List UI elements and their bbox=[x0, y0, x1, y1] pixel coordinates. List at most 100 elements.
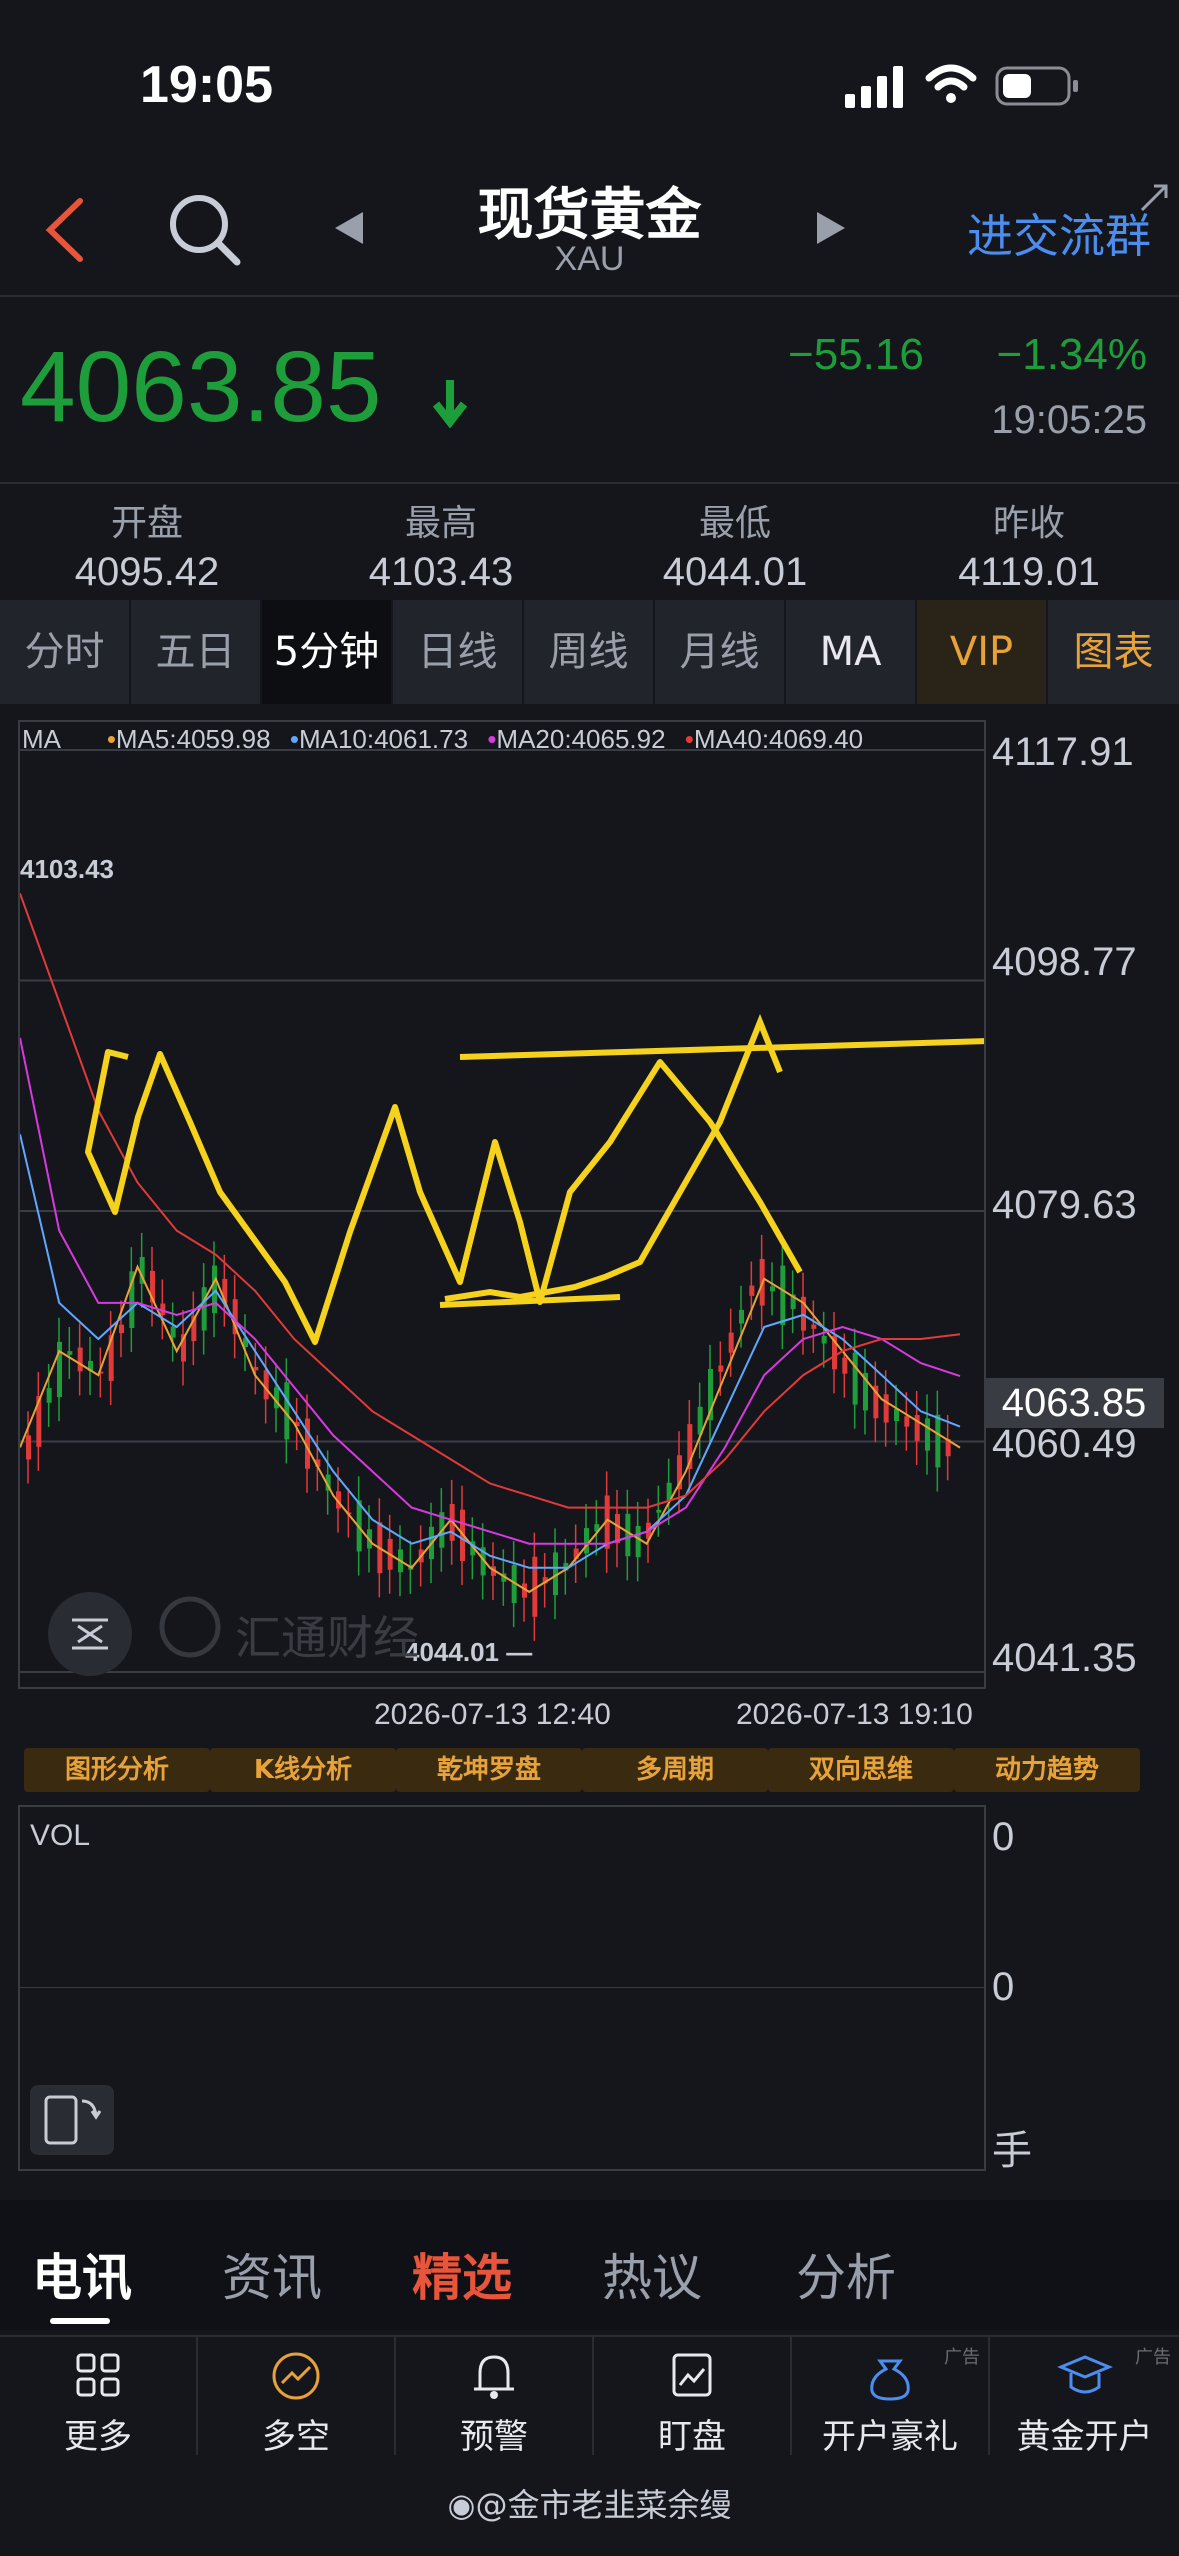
stats-row: 开盘 4095.42 最高 4103.43 最低 4044.01 昨收 4119… bbox=[0, 482, 1179, 602]
tab-ma[interactable]: MA bbox=[786, 600, 917, 704]
stat-label: 最高 bbox=[404, 503, 477, 544]
low-marker: 4044.01 — bbox=[405, 1637, 533, 1667]
nav-label: 多空 bbox=[262, 2417, 330, 2457]
nav-watch[interactable]: 盯盘 bbox=[594, 2337, 792, 2457]
wifi-icon bbox=[925, 64, 977, 103]
tab-intraday[interactable]: 分时 bbox=[0, 600, 131, 704]
tab-daily[interactable]: 日线 bbox=[393, 600, 524, 704]
nav-label: 更多 bbox=[64, 2417, 132, 2457]
tab-flash-news[interactable]: 电讯 bbox=[32, 2238, 132, 2310]
tab-analysis[interactable]: 分析 bbox=[796, 2238, 896, 2310]
nav-label: 黄金开户 bbox=[1016, 2417, 1153, 2457]
legend-ma20: MA20:4065.92 bbox=[496, 724, 666, 754]
candle-body bbox=[201, 1287, 207, 1331]
indicator-multi-period[interactable]: 多周期 bbox=[582, 1748, 768, 1792]
stat-prev-close: 昨收 4119.01 bbox=[882, 484, 1176, 595]
join-group-button[interactable]: 进交流群 bbox=[967, 200, 1151, 266]
next-instrument-icon[interactable] bbox=[815, 210, 847, 246]
candle-body bbox=[67, 1351, 73, 1355]
current-price: 4063.85 bbox=[20, 331, 382, 443]
stat-label: 开盘 bbox=[110, 503, 183, 544]
weibo-icon: ◉ bbox=[447, 2486, 476, 2524]
crosshair-icon bbox=[72, 1618, 108, 1650]
candle-body bbox=[26, 1435, 31, 1460]
bottom-nav: 更多 多空 预警 盯盘 广告 开户豪礼 广告 黄金开户 bbox=[0, 2335, 1179, 2457]
watch-chart-icon bbox=[672, 2353, 712, 2397]
stat-value: 4119.01 bbox=[958, 550, 1100, 594]
clock: 19:05 bbox=[140, 56, 273, 114]
nav-long-short[interactable]: 多空 bbox=[198, 2337, 396, 2457]
nav-label: 开户豪礼 bbox=[822, 2417, 958, 2457]
nav-gold-account[interactable]: 广告 黄金开户 bbox=[990, 2337, 1179, 2457]
rotate-phone-icon bbox=[44, 2095, 102, 2145]
price-change: −55.16 bbox=[788, 330, 924, 379]
annotation-rally bbox=[444, 1013, 783, 1302]
legend-dot-ma40: • bbox=[684, 724, 694, 754]
volume-label: VOL bbox=[30, 1819, 91, 1852]
candle-body bbox=[212, 1265, 217, 1314]
tab-hot-discussion[interactable]: 热议 bbox=[602, 2238, 702, 2310]
candle-body bbox=[263, 1370, 269, 1400]
expand-icon[interactable] bbox=[1138, 182, 1172, 216]
tab-vip[interactable]: VIP bbox=[917, 600, 1048, 704]
candle-body bbox=[625, 1513, 631, 1557]
y-tick-label: 4098.77 bbox=[992, 940, 1137, 984]
chart-tools-button[interactable] bbox=[48, 1592, 132, 1676]
indicator-kline-analysis[interactable]: K线分析 bbox=[210, 1748, 396, 1792]
x-tick-label: 2026-07-13 19:10 bbox=[736, 1698, 973, 1731]
indicator-momentum[interactable]: 动力趋势 bbox=[954, 1748, 1140, 1792]
nav-more[interactable]: 更多 bbox=[0, 2337, 198, 2457]
candle-body bbox=[77, 1347, 83, 1372]
candle-body bbox=[253, 1366, 259, 1371]
stat-high: 最高 4103.43 bbox=[294, 484, 588, 595]
footer-handle: @金市老韭菜余缦 bbox=[475, 2486, 732, 2524]
candle-body bbox=[780, 1265, 786, 1325]
tab-weekly[interactable]: 周线 bbox=[524, 600, 655, 704]
indicator-two-way[interactable]: 双向思维 bbox=[768, 1748, 954, 1792]
graduation-icon bbox=[1056, 2355, 1113, 2394]
y-tick-label: 4079.63 bbox=[992, 1183, 1137, 1227]
money-bag-icon bbox=[870, 2359, 910, 2401]
tab-five-day[interactable]: 五日 bbox=[131, 600, 262, 704]
candle-body bbox=[170, 1326, 176, 1338]
ad-badge: 广告 bbox=[1135, 2347, 1171, 2368]
candle-body bbox=[894, 1408, 899, 1422]
rotate-screen-button[interactable] bbox=[30, 2085, 114, 2155]
candle-body bbox=[852, 1352, 858, 1405]
tab-chart-settings[interactable]: 图表 bbox=[1048, 600, 1179, 704]
legend-ma40: MA40:4069.40 bbox=[693, 724, 864, 754]
status-bar: 19:05 bbox=[0, 0, 1179, 160]
annotation-zigzag bbox=[85, 1049, 803, 1345]
tab-information[interactable]: 资讯 bbox=[222, 2238, 322, 2310]
indicator-compass[interactable]: 乾坤罗盘 bbox=[396, 1748, 582, 1792]
candle-body bbox=[935, 1414, 941, 1468]
candle-body bbox=[904, 1416, 910, 1427]
candle-body bbox=[615, 1513, 620, 1544]
tab-5min[interactable]: 5分钟 bbox=[262, 600, 393, 704]
tab-featured[interactable]: 精选 bbox=[412, 2238, 512, 2310]
volume-panel[interactable]: VOL bbox=[18, 1805, 986, 2171]
ma-line-ma40 bbox=[19, 893, 961, 1509]
y-tick-label: 4041.35 bbox=[992, 1636, 1137, 1680]
bell-icon bbox=[474, 2355, 514, 2399]
chart-legend: MA •MA5:4059.98 •MA10:4061.73 •MA20:4065… bbox=[22, 724, 863, 755]
ma-line-ma5 bbox=[19, 1264, 961, 1594]
nav-alert[interactable]: 预警 bbox=[396, 2337, 594, 2457]
price-chart[interactable]: 4103.43 4044.01 — 汇通财经 bbox=[18, 720, 1021, 1689]
candle-body bbox=[749, 1285, 755, 1296]
legend-ma: MA bbox=[22, 724, 60, 754]
stat-value: 4044.01 bbox=[662, 550, 808, 594]
stat-open: 开盘 4095.42 bbox=[0, 484, 294, 595]
nav-account-gift[interactable]: 广告 开户豪礼 bbox=[792, 2337, 990, 2457]
stat-value: 4095.42 bbox=[74, 550, 220, 594]
stat-label: 昨收 bbox=[992, 503, 1065, 544]
y-tick-label: 4117.91 bbox=[992, 730, 1134, 774]
candle-body bbox=[811, 1324, 817, 1329]
watermark bbox=[159, 1596, 221, 1658]
tab-monthly[interactable]: 月线 bbox=[655, 600, 786, 704]
price-chart-svg bbox=[19, 749, 1021, 1673]
battery-icon bbox=[995, 66, 1078, 106]
indicator-pattern-analysis[interactable]: 图形分析 bbox=[24, 1748, 210, 1792]
candle-body bbox=[584, 1528, 589, 1554]
current-price-tag: 4063.85 bbox=[984, 1378, 1164, 1428]
